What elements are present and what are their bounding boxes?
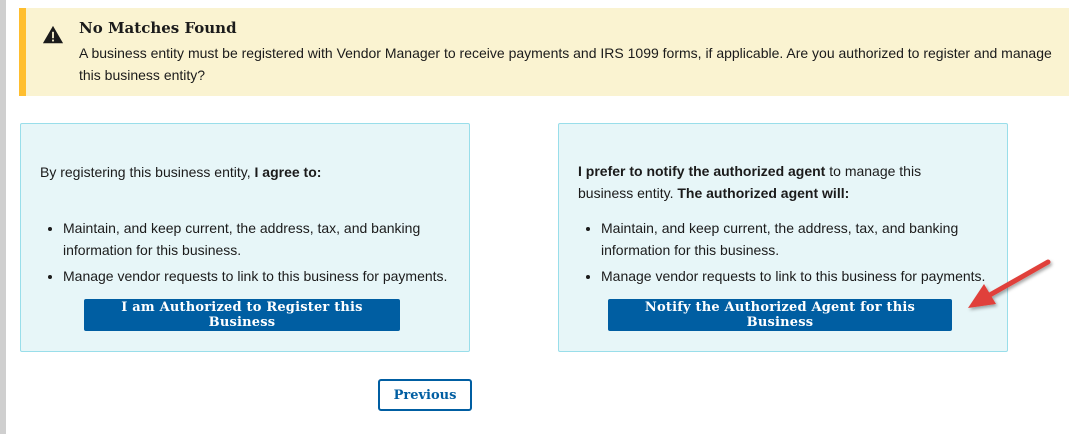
notify-agent-button[interactable]: Notify the Authorized Agent for this Bus…: [608, 299, 952, 331]
notify-intro-bold-2: The authorized agent will:: [677, 185, 850, 201]
register-business-button[interactable]: I am Authorized to Register this Busines…: [84, 299, 400, 331]
list-item: Manage vendor requests to link to this b…: [601, 265, 1011, 287]
notify-intro-bold: I prefer to notify the authorized agent: [578, 163, 826, 179]
register-intro-text: By registering this business entity,: [40, 164, 255, 180]
list-item: Manage vendor requests to link to this b…: [63, 265, 473, 287]
notify-intro: I prefer to notify the authorized agent …: [578, 160, 978, 204]
alert-message: A business entity must be registered wit…: [79, 45, 1052, 83]
register-intro: By registering this business entity, I a…: [40, 161, 460, 183]
register-intro-bold: I agree to:: [254, 164, 322, 180]
notify-card: I prefer to notify the authorized agent …: [558, 123, 1008, 352]
list-item: Maintain, and keep current, the address,…: [601, 217, 1011, 261]
notify-bullet-list: Maintain, and keep current, the address,…: [578, 217, 1011, 287]
red-arrow-icon: [968, 259, 1051, 308]
previous-button[interactable]: Previous: [378, 379, 472, 411]
list-item: Maintain, and keep current, the address,…: [63, 217, 473, 261]
register-card: By registering this business entity, I a…: [20, 123, 470, 352]
left-border: [0, 0, 6, 434]
register-bullet-list: Maintain, and keep current, the address,…: [40, 217, 473, 287]
alert-title: No Matches Found: [79, 19, 237, 37]
warning-icon: [42, 25, 64, 44]
no-matches-alert: No Matches Found A business entity must …: [19, 8, 1069, 96]
